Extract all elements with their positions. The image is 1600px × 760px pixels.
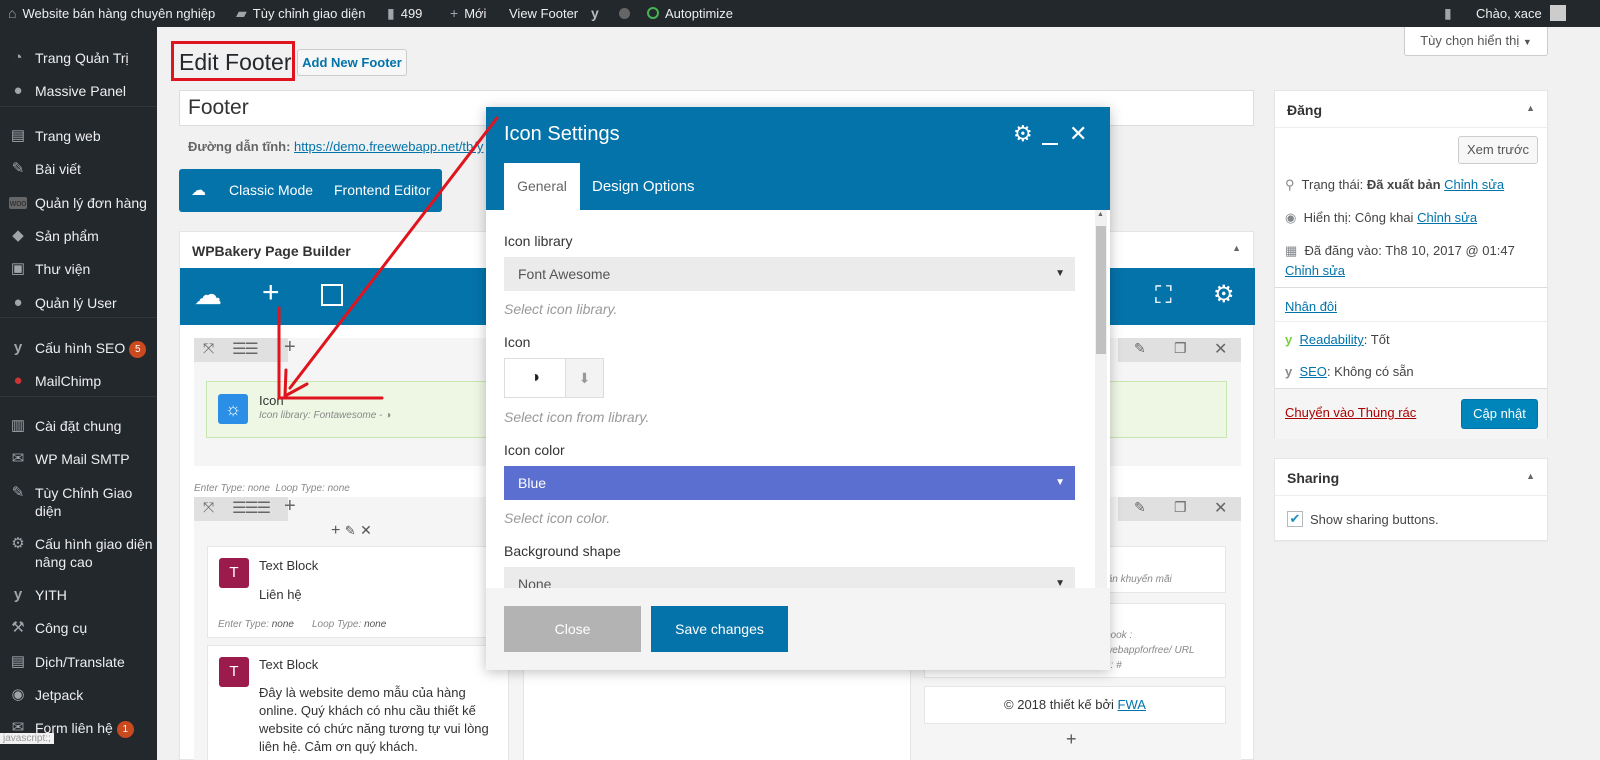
annotation-arrow: [277, 116, 499, 400]
